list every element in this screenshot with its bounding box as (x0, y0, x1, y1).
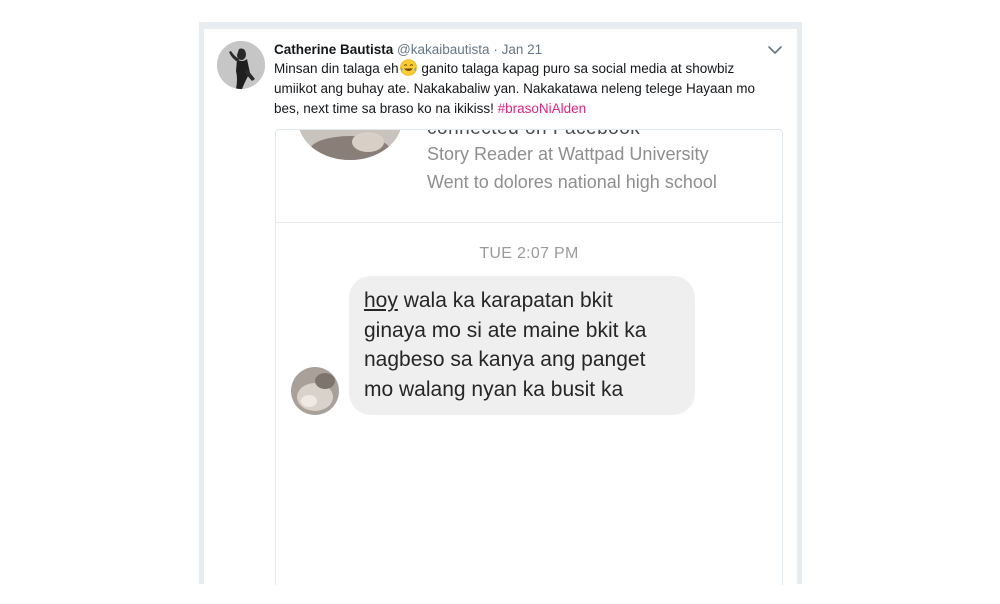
message-bubble: hoy wala ka karapatan bkit ginaya mo si … (349, 276, 695, 415)
message-line-2: ginaya mo si ate maine bkit ka (364, 318, 647, 342)
tweet-card[interactable]: Catherine Bautista @kakaibautista · Jan … (204, 28, 797, 585)
attached-screenshot[interactable]: connected on Facebook Story Reader at Wa… (275, 129, 783, 585)
profile-line-education: Story Reader at Wattpad University (427, 144, 709, 164)
profile-avatar-cropped (298, 130, 402, 160)
tweet-text-part1: Minsan din talaga eh (274, 61, 399, 76)
cut-off-text: connected on Facebook (427, 130, 640, 140)
message-line-4: mo walang nyan ka busit ka (364, 377, 624, 401)
tweet-date[interactable]: Jan 21 (502, 42, 543, 57)
profile-line-school: Went to dolores national high school (427, 172, 717, 192)
header-separator: · (493, 42, 498, 57)
author-handle[interactable]: @kakaibautista (397, 42, 490, 57)
message-line-3: nagbeso sa kanya ang panget (364, 348, 646, 371)
sender-avatar (291, 367, 339, 415)
message-line-1: hoy wala ka karapatan bkit (364, 286, 679, 316)
message-first-word: hoy (364, 289, 398, 312)
profile-info-block: connected on Facebook Story Reader at Wa… (276, 130, 782, 223)
hashtag-link[interactable]: #brasoNiAlden (498, 101, 587, 116)
tweet-text: Minsan din talaga eh ganito talaga kapag… (274, 59, 774, 119)
message-line-1-rest: wala ka karapatan bkit (397, 289, 613, 312)
chat-timestamp: TUE 2:07 PM (479, 245, 579, 262)
tweet-header: Catherine Bautista @kakaibautista · Jan … (274, 41, 785, 59)
author-avatar[interactable] (217, 41, 265, 89)
author-name[interactable]: Catherine Bautista (274, 42, 393, 57)
caret-down-icon[interactable] (767, 43, 783, 57)
face-with-tears-of-joy-icon (399, 59, 417, 76)
